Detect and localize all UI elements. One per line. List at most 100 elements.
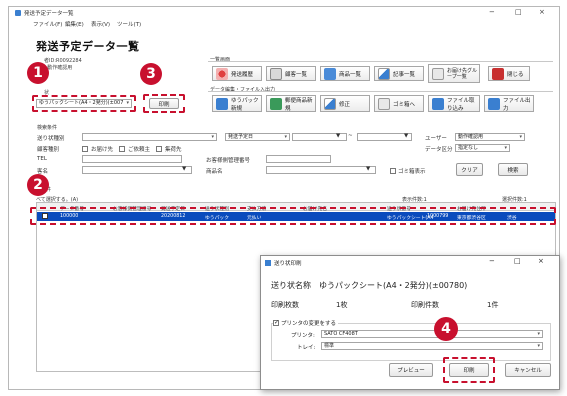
minimize-button[interactable]: − bbox=[489, 8, 495, 16]
destination-group-label: お届け先グループ一覧 bbox=[447, 67, 478, 80]
search-button[interactable]: 検索 bbox=[498, 163, 528, 176]
chevron-down-icon[interactable]: ▼ bbox=[336, 133, 340, 139]
close-screen-label: 閉じる bbox=[507, 71, 524, 78]
check-label: お届け先 bbox=[91, 147, 114, 153]
user-value: 動作確認用 bbox=[458, 134, 484, 140]
trash-display-check[interactable]: ゴミ箱表示 bbox=[390, 167, 426, 175]
divider bbox=[208, 61, 553, 62]
invoice-type-filter[interactable]: ▾ bbox=[82, 133, 217, 141]
date-type-value: 発送予定日 bbox=[228, 134, 254, 140]
cancel-button[interactable]: キャンセル bbox=[505, 363, 551, 377]
step-badge-1: 1 bbox=[27, 62, 49, 84]
chevron-down-icon: ▾ bbox=[504, 145, 507, 151]
menu-view[interactable]: 表示(V) bbox=[91, 20, 110, 28]
highlight-box-4 bbox=[443, 357, 495, 383]
product-name-input[interactable] bbox=[266, 166, 376, 174]
customer-list-label: 顧客一覧 bbox=[285, 71, 308, 78]
preview-button[interactable]: プレビュー bbox=[389, 363, 433, 377]
highlight-box-3 bbox=[143, 94, 185, 113]
dialog-title: 送り状印刷 bbox=[274, 261, 302, 267]
print-dialog: 送り状印刷 − □ × 送り状名称 ゆうパックシート(A4・2発分)(±0078… bbox=[260, 255, 560, 390]
printer-change-check[interactable]: プリンタの変更をする bbox=[273, 319, 339, 327]
tel-input[interactable] bbox=[82, 155, 182, 163]
product-name-label: 商品名 bbox=[206, 169, 223, 175]
check-label: 集荷先 bbox=[165, 147, 182, 153]
title-bar: 発送予定データ一覧 − □ × bbox=[9, 7, 559, 19]
import-icon bbox=[432, 97, 444, 110]
dialog-app-icon bbox=[265, 260, 271, 266]
data-class-value: 指定なし bbox=[458, 145, 479, 151]
dialog-name-value: ゆうパックシート(A4・2発分)(±00780) bbox=[319, 281, 468, 290]
pen-icon bbox=[378, 67, 390, 80]
chevron-down-icon: ▾ bbox=[537, 343, 540, 349]
article-list-label: 記事一覧 bbox=[393, 71, 416, 78]
step-badge-4: 4 bbox=[434, 317, 458, 341]
data-class-select[interactable]: 指定なし ▾ bbox=[455, 144, 510, 152]
edit-button[interactable]: 修正 bbox=[320, 95, 370, 112]
checkbox-pickup[interactable] bbox=[156, 146, 163, 152]
shipping-history-label: 発送履歴 bbox=[231, 71, 254, 78]
data-class-label: データ区分 bbox=[425, 147, 453, 153]
dialog-items-value: 1件 bbox=[487, 301, 499, 309]
close-screen-button[interactable]: 閉じる bbox=[488, 66, 530, 81]
date-type-select[interactable]: 発送予定日 ▾ bbox=[225, 133, 290, 141]
chevron-down-icon[interactable]: ▼ bbox=[182, 166, 186, 172]
check-label: ご依頼主 bbox=[128, 147, 151, 153]
exit-icon bbox=[492, 67, 504, 80]
chevron-down-icon: ▾ bbox=[284, 134, 287, 140]
chevron-down-icon: ▾ bbox=[211, 134, 214, 140]
file-import-button[interactable]: ファイル取り込み bbox=[428, 95, 480, 112]
chevron-down-icon: ▾ bbox=[519, 134, 522, 140]
dialog-minimize-button[interactable]: − bbox=[489, 257, 495, 265]
file-export-label: ファイル出力 bbox=[503, 97, 531, 112]
chevron-down-icon[interactable]: ▼ bbox=[404, 133, 408, 139]
tray-value: 標準 bbox=[324, 343, 335, 349]
yupack-new-label: ゆうパック新規 bbox=[231, 97, 259, 112]
product-list-button[interactable]: 商品一覧 bbox=[320, 66, 370, 81]
menu-edit[interactable]: 編集(E) bbox=[65, 20, 84, 28]
highlight-box-2 bbox=[30, 207, 556, 225]
user-select[interactable]: 動作確認用 ▾ bbox=[455, 133, 525, 141]
trash-label: ゴミ箱へ bbox=[393, 101, 416, 108]
destination-group-list-button[interactable]: お届け先グループ一覧 bbox=[428, 64, 480, 83]
dialog-count-label: 印刷枚数 bbox=[271, 301, 299, 309]
history-icon bbox=[216, 67, 228, 80]
trash-button[interactable]: ゴミ箱へ bbox=[374, 95, 424, 112]
invoice-type-label: 送り状種別 bbox=[37, 136, 65, 142]
dialog-maximize-button[interactable]: □ bbox=[514, 257, 521, 265]
customer-type-label: 顧客種別 bbox=[37, 147, 60, 153]
clear-button[interactable]: クリア bbox=[456, 163, 483, 176]
printer-select[interactable]: SATO CF408T ▾ bbox=[321, 330, 543, 338]
checkbox-requester[interactable] bbox=[119, 146, 126, 152]
checkbox-destination[interactable] bbox=[82, 146, 88, 152]
group-icon bbox=[432, 67, 444, 80]
dialog-name-label: 送り状名称 bbox=[271, 281, 311, 290]
dialog-close-button[interactable]: × bbox=[538, 257, 544, 265]
yupack-new-button[interactable]: ゆうパック新規 bbox=[212, 95, 262, 112]
customer-name-input[interactable] bbox=[82, 166, 192, 174]
maximize-button[interactable]: □ bbox=[515, 8, 522, 16]
postal-new-button[interactable]: 郵便商品新規 bbox=[266, 95, 316, 112]
checkbox-printer-change[interactable] bbox=[273, 320, 279, 326]
menu-tools[interactable]: ツール(T) bbox=[117, 20, 141, 28]
file-export-button[interactable]: ファイル出力 bbox=[484, 95, 534, 112]
mgmt-no-input[interactable] bbox=[266, 155, 331, 163]
product-list-icon bbox=[324, 67, 336, 80]
printer-value: SATO CF408T bbox=[324, 331, 358, 337]
file-import-label: ファイル取り込み bbox=[447, 97, 475, 112]
edit-icon bbox=[324, 97, 336, 110]
tray-label: トレイ: bbox=[297, 345, 316, 351]
shipping-history-button[interactable]: 発送履歴 bbox=[212, 66, 262, 81]
tray-select[interactable]: 標準 ▾ bbox=[321, 342, 543, 350]
menu-file[interactable]: ファイル(F) bbox=[33, 20, 62, 28]
dialog-count-value: 1枚 bbox=[336, 301, 348, 309]
customer-list-button[interactable]: 顧客一覧 bbox=[266, 66, 316, 81]
chevron-down-icon[interactable]: ▼ bbox=[366, 166, 370, 172]
close-button[interactable]: × bbox=[539, 8, 545, 16]
checkbox-trash[interactable] bbox=[390, 168, 396, 174]
printer-change-label: プリンタの変更をする bbox=[281, 321, 337, 327]
customer-list-icon bbox=[270, 67, 282, 80]
menu-bar: ファイル(F) 編集(E) 表示(V) ツール(T) bbox=[9, 19, 409, 29]
divider bbox=[208, 91, 553, 92]
article-list-button[interactable]: 記事一覧 bbox=[374, 66, 424, 81]
